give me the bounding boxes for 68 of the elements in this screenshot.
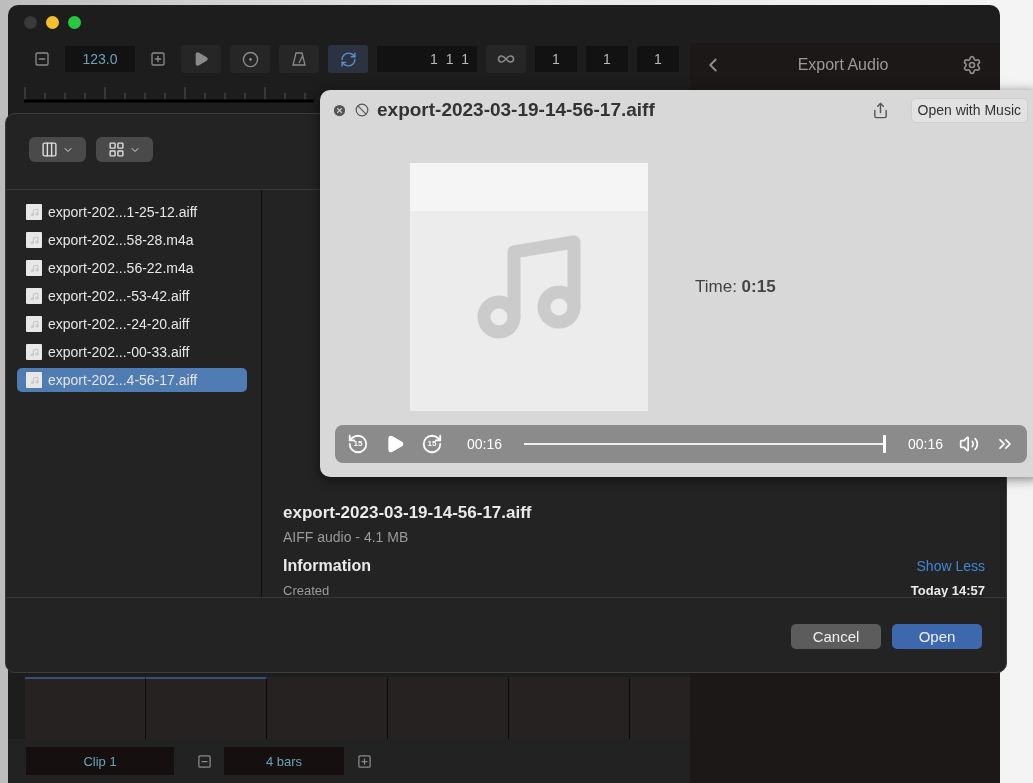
clip-slot[interactable] [509,677,630,739]
open-with-button[interactable]: Open with Music [910,97,1028,123]
clip-slot[interactable] [630,677,692,739]
file-item[interactable]: export-202...-24-20.aiff [17,312,247,336]
file-item[interactable]: export-202...1-25-12.aiff [17,200,247,224]
clip-slot[interactable] [146,677,267,739]
number-field[interactable]: 1 [586,46,628,72]
audio-file-icon [26,204,42,220]
minus-icon [34,51,50,67]
file-item[interactable]: export-202...4-56-17.aiff [17,368,247,392]
panel-title: Export Audio [797,56,889,74]
file-kind: AIFF audio - 4.1 MB [283,529,410,545]
audio-file-icon [26,344,42,360]
clip-name-field[interactable]: Clip 1 [26,747,174,775]
play-icon [193,51,209,67]
created-value: Today 14:57 [910,583,985,597]
metronome-icon [291,51,307,67]
tempo-field[interactable]: 123.0 [65,46,135,72]
cancel-button[interactable]: Cancel [791,624,881,649]
close-icon[interactable] [332,102,347,118]
progress-slider[interactable] [524,435,886,453]
loop-icon [339,50,357,68]
infinity-button[interactable] [486,45,526,73]
audio-file-icon [26,316,42,332]
grouping-button[interactable] [96,137,153,162]
grid-icon [108,141,125,158]
minimize-button[interactable] [46,15,59,29]
plus-icon [150,51,166,67]
number-field[interactable]: 1 [535,46,577,72]
file-item[interactable]: export-202...-53-42.aiff [17,284,247,308]
duration-time: 00:16 [907,436,943,452]
metronome-button[interactable] [279,45,319,73]
volume-icon[interactable] [959,434,979,454]
audio-file-icon [26,288,42,304]
file-item[interactable]: export-202...58-28.m4a [17,228,247,252]
record-icon [241,50,259,68]
slider-thumb[interactable] [882,435,886,453]
play-icon[interactable] [385,434,405,454]
file-item[interactable]: export-202...-00-33.aiff [17,340,247,364]
file-item[interactable]: export-202...56-22.m4a [17,256,247,280]
show-less-link[interactable]: Show Less [916,558,985,574]
audio-file-icon [26,232,42,248]
share-icon[interactable] [871,101,889,119]
number-field[interactable]: 1 [637,46,679,72]
clip-slot[interactable] [25,677,146,739]
plus-icon [356,753,372,769]
file-name: export-2023-03-19-14-56-17.aiff [283,503,533,523]
audio-file-icon [26,260,42,276]
length-field[interactable]: 4 bars [224,747,344,775]
clip-slot[interactable] [388,677,509,739]
view-mode-button[interactable] [29,137,86,162]
columns-icon [41,141,58,158]
play-button[interactable] [181,45,221,73]
duration-text: Time: 0:15 [695,277,776,297]
audio-file-icon [26,372,42,388]
no-entry-icon[interactable] [355,103,369,117]
quick-look-title: export-2023-03-19-14-56-17.aiff [377,99,656,121]
created-label: Created [283,583,330,597]
maximize-button[interactable] [68,15,81,29]
loop-button[interactable] [328,45,368,73]
open-button[interactable]: Open [892,624,982,649]
elapsed-time: 00:16 [467,436,503,452]
record-button[interactable] [230,45,270,73]
section-heading: Information [283,557,371,575]
minus-icon [196,753,212,769]
clip-slot[interactable] [267,677,388,739]
position-field[interactable]: 1 1 1 [377,46,477,72]
settings-icon[interactable] [962,55,982,75]
